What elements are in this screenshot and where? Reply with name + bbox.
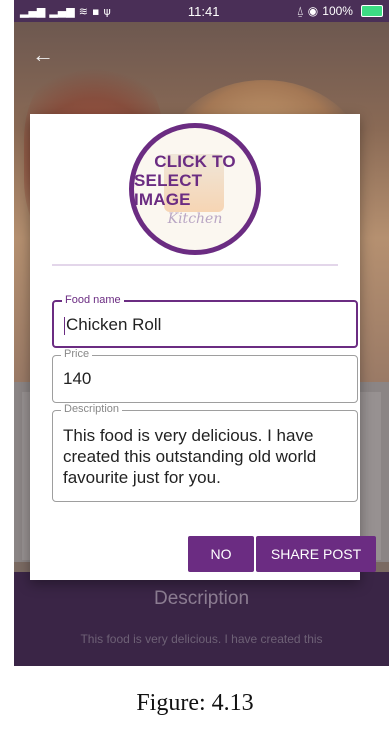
price-label: Price [61,348,93,360]
status-icons-left: ▂▄▆ ▂▄▆ ≋ ▪ ψ [20,5,111,18]
image-picker-area[interactable]: CLICK TO SELECT IMAGE Kitchen [52,114,338,266]
description-field[interactable]: Description This food is very delicious.… [52,403,358,502]
status-bar: ▂▄▆ ▂▄▆ ≋ ▪ ψ 11:41 ⍙ ◉ 100% [14,0,389,22]
price-value: 140 [63,369,92,388]
status-time: 11:41 [187,3,220,19]
food-name-value: Chicken Roll [66,315,162,334]
signal-icon-2: ▂▄▆ [49,4,75,18]
battery-icon [360,5,383,17]
back-arrow-icon[interactable]: ← [32,42,54,68]
share-post-button[interactable]: SHARE POST [256,536,376,572]
food-name-label: Food name [62,294,124,306]
description-text: This food is very delicious. I have crea… [80,632,323,646]
no-button[interactable]: NO [188,536,254,572]
description-title: Description [153,588,250,609]
post-dialog: CLICK TO SELECT IMAGE Kitchen Food name … [30,114,376,580]
battery-percent: 100% [322,4,353,18]
phone-screen: ▂▄▆ ▂▄▆ ≋ ▪ ψ 11:41 ⍙ ◉ 100% ← Descripti… [14,0,389,666]
select-image-line1: CLICK TO [154,151,236,171]
notification-icon: ▪ [92,4,100,18]
wifi-icon: ≋ [78,4,88,18]
status-icons-right: ⍙ ◉ 100% [297,4,383,19]
select-image-line2: SELECT IMAGE [134,170,203,209]
description-label: Description [61,403,123,415]
signal-icon: ▂▄▆ [20,4,46,18]
eye-icon: ◉ [307,4,319,18]
description-value: This food is very delicious. I have crea… [63,426,317,487]
kitchen-brand-text: Kitchen [167,210,223,227]
food-name-field[interactable]: Food name Chicken Roll [52,294,358,348]
figure-caption: Figure: 4.13 [136,690,254,716]
description-section [14,572,389,666]
price-field[interactable]: Price 140 [52,348,358,403]
text-cursor [64,316,65,335]
select-image-button[interactable]: CLICK TO SELECT IMAGE Kitchen [129,123,261,255]
alarm-icon: ⍙ [296,3,304,18]
usb-icon: ψ [103,4,111,18]
